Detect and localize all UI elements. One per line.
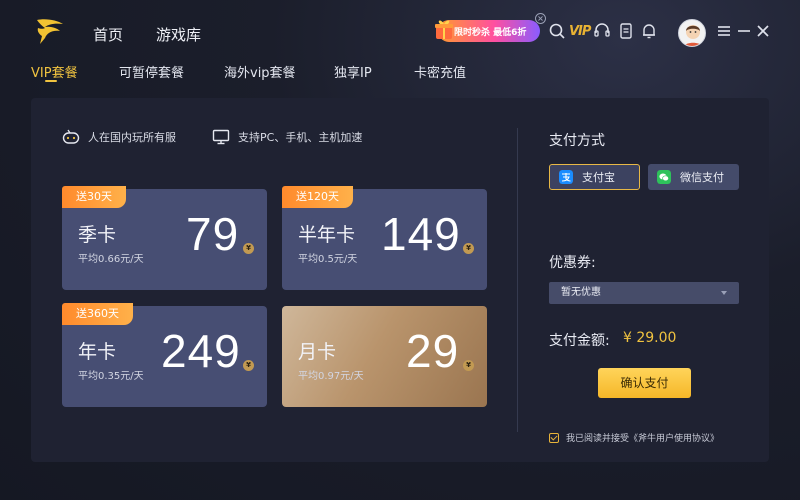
feature-text: 支持PC、手机、主机加速 bbox=[238, 131, 363, 144]
menu-icon[interactable] bbox=[715, 22, 733, 40]
tab-overseas-vip[interactable]: 海外vip套餐 bbox=[224, 62, 296, 81]
plan-price: 249 bbox=[161, 325, 241, 377]
plan-name: 半年卡 bbox=[298, 224, 356, 246]
tab-card-recharge[interactable]: 卡密充值 bbox=[414, 62, 466, 81]
panel-divider bbox=[517, 128, 518, 432]
user-avatar-icon[interactable] bbox=[678, 19, 706, 47]
yen-coin-icon: ¥ bbox=[243, 243, 254, 254]
promo-text: 限时秒杀 最低6折 bbox=[454, 27, 527, 38]
plan-daily-average: 平均0.5元/天 bbox=[298, 254, 358, 265]
monitor-icon bbox=[212, 129, 230, 145]
device-icon[interactable] bbox=[617, 22, 635, 40]
plan-daily-average: 平均0.35元/天 bbox=[78, 371, 144, 382]
agreement-text[interactable]: 我已阅读并接受《斧牛用户使用协议》 bbox=[566, 431, 719, 444]
plan-name: 月卡 bbox=[298, 341, 337, 363]
bonus-badge: 送120天 bbox=[282, 186, 353, 208]
feature-text: 人在国内玩所有服 bbox=[88, 131, 176, 144]
bonus-badge: 送30天 bbox=[62, 186, 126, 208]
payment-method-title: 支付方式 bbox=[549, 133, 605, 149]
plan-card-quarter[interactable]: 送30天 季卡 平均0.66元/天 79 ¥ bbox=[62, 186, 267, 290]
coupon-title: 优惠券: bbox=[549, 255, 596, 271]
gift-icon bbox=[435, 20, 453, 39]
plan-name: 季卡 bbox=[78, 224, 117, 246]
alipay-label: 支付宝 bbox=[582, 171, 615, 184]
plan-price: 79 bbox=[186, 208, 240, 260]
yen-coin-icon: ¥ bbox=[243, 360, 254, 371]
logo-icon[interactable] bbox=[33, 14, 67, 48]
close-window-icon[interactable] bbox=[754, 22, 772, 40]
nav-home[interactable]: 首页 bbox=[93, 24, 123, 45]
plan-daily-average: 平均0.66元/天 bbox=[78, 254, 144, 265]
tab-pausable[interactable]: 可暂停套餐 bbox=[119, 62, 184, 81]
yen-coin-icon: ¥ bbox=[463, 243, 474, 254]
plan-price: 29 bbox=[406, 325, 460, 377]
bonus-badge: 送360天 bbox=[62, 303, 133, 325]
minimize-icon[interactable] bbox=[735, 22, 753, 40]
wechat-icon bbox=[657, 170, 671, 184]
plan-price: 149 bbox=[381, 208, 461, 260]
tab-active-indicator bbox=[45, 80, 57, 82]
gamepad-icon bbox=[62, 129, 80, 144]
coupon-select[interactable]: 暂无优惠 bbox=[549, 282, 739, 304]
confirm-payment-button[interactable]: 确认支付 bbox=[598, 368, 691, 398]
nav-game-library[interactable]: 游戏库 bbox=[156, 24, 201, 45]
vip-icon[interactable]: VIP bbox=[569, 24, 591, 39]
plan-card-month[interactable]: 月卡 平均0.97元/天 29 ¥ bbox=[282, 306, 487, 407]
coupon-selected-value: 暂无优惠 bbox=[561, 287, 601, 298]
agreement-checkbox[interactable] bbox=[549, 432, 559, 443]
main-panel: 人在国内玩所有服 支持PC、手机、主机加速 送30天 季卡 平均0.66元/天 … bbox=[31, 98, 769, 462]
plan-name: 年卡 bbox=[78, 341, 117, 363]
total-amount-value: ¥ 29.00 bbox=[623, 330, 677, 346]
agreement-row: 我已阅读并接受《斧牛用户使用协议》 bbox=[549, 431, 719, 444]
plan-card-year[interactable]: 送360天 年卡 平均0.35元/天 249 ¥ bbox=[62, 303, 267, 407]
promo-banner[interactable]: 限时秒杀 最低6折 × bbox=[435, 13, 546, 42]
tab-dedicated-ip[interactable]: 独享IP bbox=[334, 62, 372, 81]
headset-icon[interactable] bbox=[593, 22, 611, 40]
plan-tabs: VIP套餐 可暂停套餐 海外vip套餐 独享IP 卡密充值 bbox=[0, 60, 800, 88]
chevron-down-icon bbox=[721, 291, 727, 295]
bell-icon[interactable] bbox=[640, 22, 658, 40]
total-amount-label: 支付金额: bbox=[549, 333, 610, 349]
feature-all-servers: 人在国内玩所有服 bbox=[62, 129, 176, 145]
alipay-icon bbox=[559, 170, 573, 184]
search-icon[interactable] bbox=[548, 22, 566, 40]
tab-vip[interactable]: VIP套餐 bbox=[31, 62, 78, 81]
plan-card-half-year[interactable]: 送120天 半年卡 平均0.5元/天 149 ¥ bbox=[282, 186, 487, 290]
wechat-pay-button[interactable]: 微信支付 bbox=[648, 164, 739, 190]
plan-daily-average: 平均0.97元/天 bbox=[298, 371, 364, 382]
top-bar: 首页 游戏库 限时秒杀 最低6折 × VIP bbox=[0, 0, 800, 64]
feature-multi-platform: 支持PC、手机、主机加速 bbox=[212, 129, 362, 145]
close-icon[interactable]: × bbox=[535, 13, 546, 24]
yen-coin-icon: ¥ bbox=[463, 360, 474, 371]
alipay-button[interactable]: 支付宝 bbox=[549, 164, 640, 190]
wechat-pay-label: 微信支付 bbox=[680, 171, 724, 184]
